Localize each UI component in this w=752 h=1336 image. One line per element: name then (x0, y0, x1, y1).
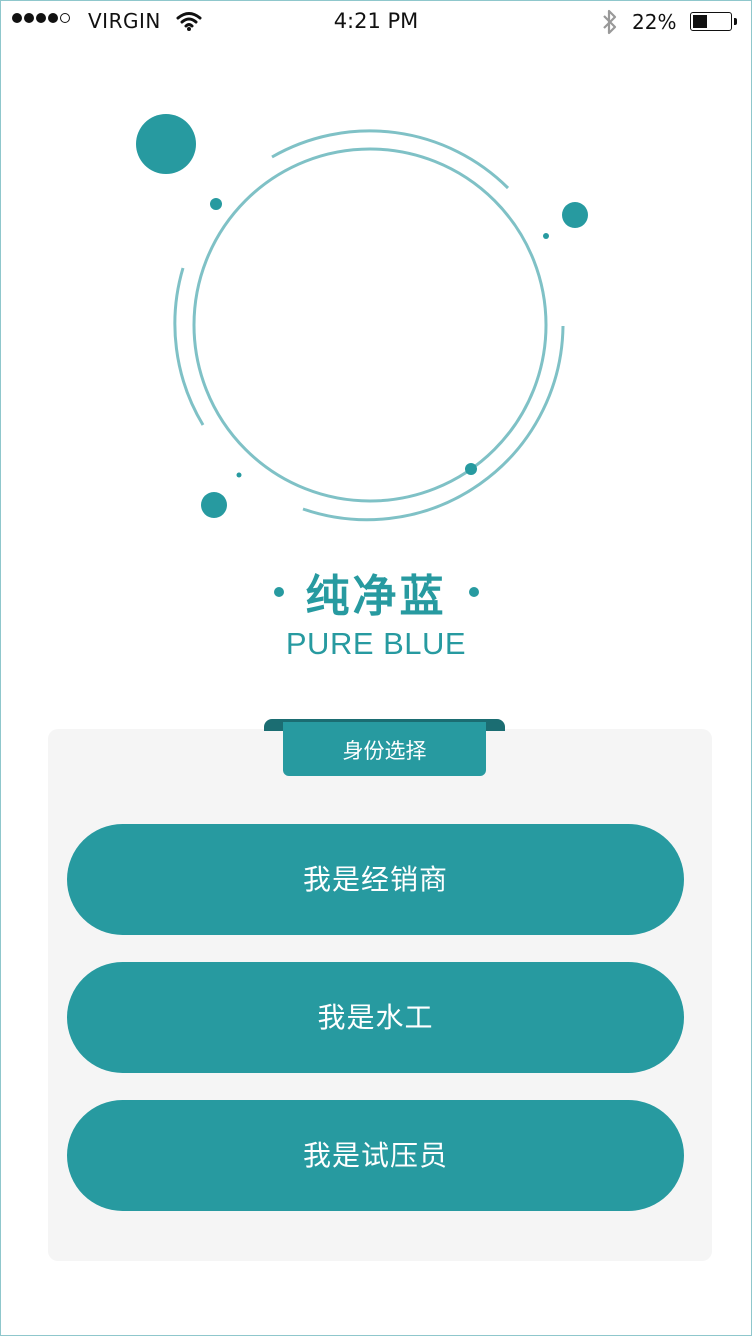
logo-dot-small (210, 198, 222, 210)
status-bar: VIRGIN 4:21 PM 22% (0, 0, 752, 44)
logo-dot-tiny (543, 233, 549, 239)
battery-icon (690, 12, 732, 31)
logo-outer-arc-left (173, 267, 205, 426)
logo-inner-ring (192, 147, 548, 503)
bullet-dot-icon (273, 587, 284, 597)
logo-dot-on-ring (465, 463, 477, 475)
battery-percent: 22% (632, 10, 677, 34)
role-selection-header: 身份选择 (283, 722, 486, 776)
plumber-role-button[interactable]: 我是水工 (67, 962, 684, 1073)
pressure-tester-role-button[interactable]: 我是试压员 (67, 1100, 684, 1211)
brand-title-en: PURE BLUE (285, 626, 467, 661)
logo-dot-medium (201, 492, 227, 518)
battery-fill (693, 15, 707, 28)
brand-title-row: 纯净蓝 (0, 560, 752, 624)
bluetooth-icon (603, 9, 617, 35)
dealer-role-button[interactable]: 我是经销商 (67, 824, 684, 935)
brand-title-cn: 纯净蓝 (305, 571, 447, 622)
battery-tip (734, 18, 737, 25)
bullet-dot-icon (468, 587, 479, 597)
logo-illustration (136, 114, 588, 522)
logo-dot-large (136, 114, 196, 174)
logo-dot-medium (562, 202, 588, 228)
logo-dot-tiny (236, 472, 242, 478)
